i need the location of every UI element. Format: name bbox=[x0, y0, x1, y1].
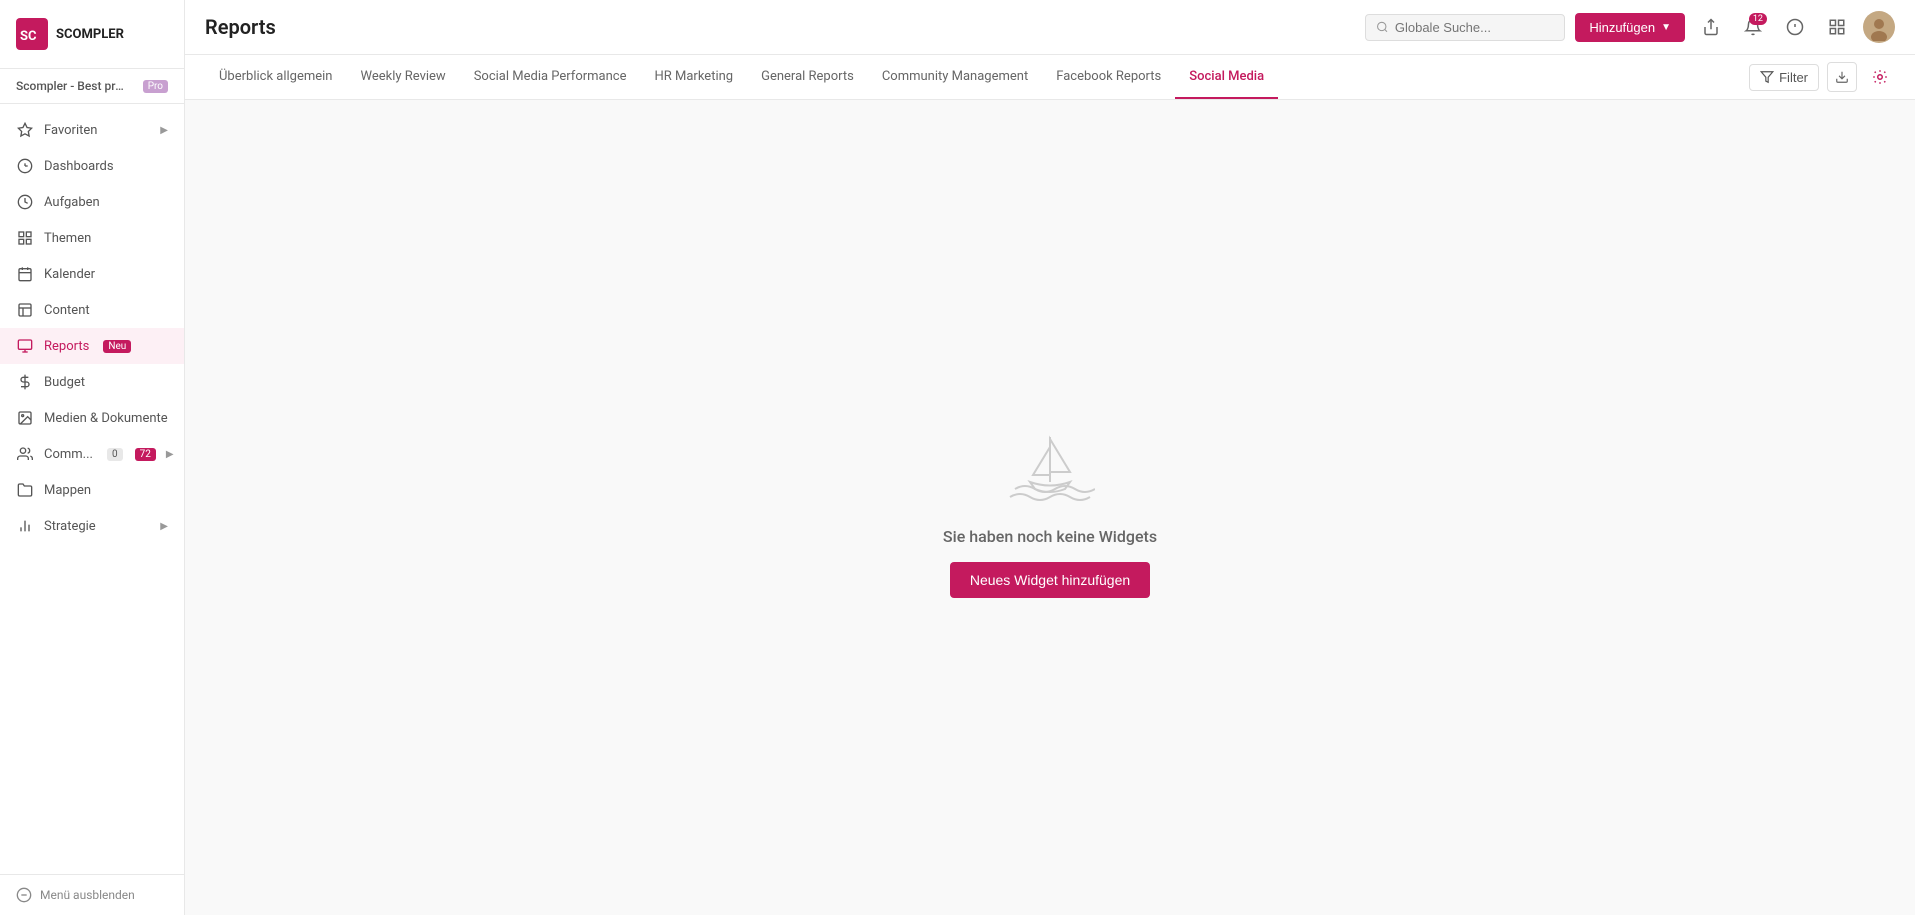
add-button[interactable]: Hinzufügen ▼ bbox=[1575, 13, 1685, 42]
empty-state-illustration bbox=[1005, 417, 1095, 511]
sidebar-item-kalender[interactable]: Kalender bbox=[0, 256, 184, 292]
filter-icon bbox=[1760, 70, 1774, 84]
favoriten-arrow-icon: ▶ bbox=[160, 125, 168, 136]
filter-button[interactable]: Filter bbox=[1749, 64, 1819, 91]
tab-social-media[interactable]: Social Media bbox=[1175, 55, 1278, 99]
sidebar-item-dashboards[interactable]: Dashboards bbox=[0, 148, 184, 184]
content-icon bbox=[16, 301, 34, 319]
global-search-box[interactable] bbox=[1365, 14, 1565, 41]
info-icon bbox=[1786, 18, 1804, 36]
top-header: Reports Hinzufügen ▼ 12 bbox=[185, 0, 1915, 55]
calendar-icon bbox=[16, 265, 34, 283]
sidebar-item-strategie-label: Strategie bbox=[44, 519, 96, 534]
tab-weekly[interactable]: Weekly Review bbox=[347, 55, 460, 99]
sidebar-item-community[interactable]: Comm... 0 72 ▶ bbox=[0, 436, 184, 472]
sidebar-item-favoriten-label: Favoriten bbox=[44, 123, 97, 138]
tabs-container: Überblick allgemein Weekly Review Social… bbox=[205, 55, 1278, 99]
sidebar-nav: Favoriten ▶ Dashboards Aufgaben Themen bbox=[0, 104, 184, 874]
sidebar-footer: Menü ausblenden bbox=[0, 874, 184, 915]
sidebar-item-favoriten[interactable]: Favoriten ▶ bbox=[0, 112, 184, 148]
sidebar-item-budget-label: Budget bbox=[44, 375, 85, 390]
budget-icon bbox=[16, 373, 34, 391]
community-count-badge: 0 bbox=[107, 448, 123, 461]
share-icon bbox=[1702, 18, 1720, 36]
empty-state: Sie haben noch keine Widgets Neues Widge… bbox=[943, 417, 1157, 598]
sidebar-item-themen-label: Themen bbox=[44, 231, 91, 246]
sidebar-item-themen[interactable]: Themen bbox=[0, 220, 184, 256]
sidebar-item-mappen-label: Mappen bbox=[44, 483, 91, 498]
logo-text: SCOMPLER bbox=[56, 27, 124, 42]
tab-community[interactable]: Community Management bbox=[868, 55, 1042, 99]
sidebar-item-medien[interactable]: Medien & Dokumente bbox=[0, 400, 184, 436]
community-icon bbox=[16, 445, 34, 463]
dashboard-icon bbox=[16, 157, 34, 175]
sidebar: SC SCOMPLER Scompler - Best practi... Pr… bbox=[0, 0, 185, 915]
notification-button[interactable]: 12 bbox=[1737, 11, 1769, 43]
community-arrow-icon: ▶ bbox=[166, 449, 174, 460]
notification-badge: 12 bbox=[1749, 13, 1767, 25]
sidebar-item-reports[interactable]: Reports Neu bbox=[0, 328, 184, 364]
tasks-icon bbox=[16, 193, 34, 211]
user-avatar[interactable] bbox=[1863, 11, 1895, 43]
add-widget-button[interactable]: Neues Widget hinzufügen bbox=[950, 562, 1150, 598]
header-right: Hinzufügen ▼ 12 bbox=[1365, 11, 1895, 43]
folder-icon bbox=[16, 481, 34, 499]
sidebar-item-aufgaben-label: Aufgaben bbox=[44, 195, 100, 210]
svg-text:SC: SC bbox=[20, 29, 37, 44]
export-icon bbox=[1835, 70, 1849, 84]
cursor-button[interactable] bbox=[1865, 62, 1895, 92]
tab-ueberblick[interactable]: Überblick allgemein bbox=[205, 55, 347, 99]
sidebar-item-budget[interactable]: Budget bbox=[0, 364, 184, 400]
star-icon bbox=[16, 121, 34, 139]
hide-menu-label: Menü ausblenden bbox=[40, 888, 135, 902]
info-button[interactable] bbox=[1779, 11, 1811, 43]
hide-menu-icon bbox=[16, 887, 32, 903]
avatar-image bbox=[1865, 13, 1893, 41]
sidebar-item-strategie[interactable]: Strategie ▶ bbox=[0, 508, 184, 544]
sidebar-item-aufgaben[interactable]: Aufgaben bbox=[0, 184, 184, 220]
sidebar-item-kalender-label: Kalender bbox=[44, 267, 95, 282]
media-icon bbox=[16, 409, 34, 427]
grid-button[interactable] bbox=[1821, 11, 1853, 43]
settings-icon bbox=[1871, 68, 1889, 86]
hide-menu-button[interactable]: Menü ausblenden bbox=[16, 887, 168, 903]
workspace-name: Scompler - Best practi... bbox=[16, 79, 126, 93]
workspace-badge: Pro bbox=[143, 80, 168, 93]
sidebar-item-dashboards-label: Dashboards bbox=[44, 159, 114, 174]
reports-new-badge: Neu bbox=[103, 340, 131, 353]
strategy-icon bbox=[16, 517, 34, 535]
tab-hr-marketing[interactable]: HR Marketing bbox=[641, 55, 748, 99]
scompler-logo-icon: SC bbox=[16, 18, 48, 50]
tab-facebook[interactable]: Facebook Reports bbox=[1042, 55, 1175, 99]
empty-state-message: Sie haben noch keine Widgets bbox=[943, 527, 1157, 546]
sidebar-item-content[interactable]: Content bbox=[0, 292, 184, 328]
sidebar-logo: SC SCOMPLER bbox=[0, 0, 184, 69]
export-button[interactable] bbox=[1827, 62, 1857, 92]
share-icon-button[interactable] bbox=[1695, 11, 1727, 43]
reports-icon bbox=[16, 337, 34, 355]
page-title: Reports bbox=[205, 15, 276, 39]
grid-icon bbox=[1828, 18, 1846, 36]
tab-social-performance[interactable]: Social Media Performance bbox=[460, 55, 641, 99]
sidebar-item-community-label: Comm... bbox=[44, 447, 93, 462]
sidebar-item-content-label: Content bbox=[44, 303, 90, 318]
workspace-selector[interactable]: Scompler - Best practi... Pro bbox=[0, 69, 184, 104]
themes-icon bbox=[16, 229, 34, 247]
strategie-arrow-icon: ▶ bbox=[160, 521, 168, 532]
sidebar-item-medien-label: Medien & Dokumente bbox=[44, 411, 168, 426]
search-icon bbox=[1376, 20, 1389, 34]
add-button-arrow-icon: ▼ bbox=[1661, 22, 1671, 33]
sidebar-item-mappen[interactable]: Mappen bbox=[0, 472, 184, 508]
tab-bar: Überblick allgemein Weekly Review Social… bbox=[185, 55, 1915, 100]
search-input[interactable] bbox=[1395, 20, 1554, 35]
sidebar-item-reports-label: Reports bbox=[44, 339, 89, 354]
main-content: Reports Hinzufügen ▼ 12 bbox=[185, 0, 1915, 915]
content-area: Sie haben noch keine Widgets Neues Widge… bbox=[185, 100, 1915, 915]
sailboat-icon bbox=[1005, 417, 1095, 507]
tab-actions: Filter bbox=[1749, 62, 1895, 92]
community-count2-badge: 72 bbox=[135, 448, 156, 461]
tab-general[interactable]: General Reports bbox=[747, 55, 868, 99]
